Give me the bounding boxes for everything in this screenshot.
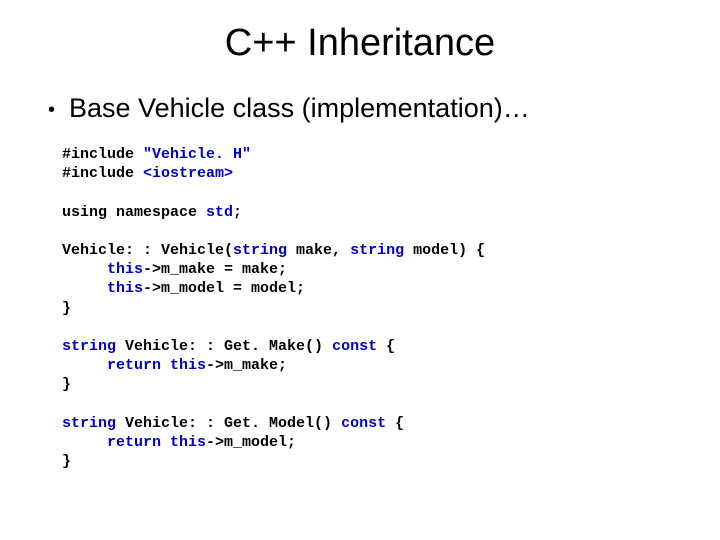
code-keyword: std <box>206 204 233 221</box>
code-keyword: string <box>62 338 116 355</box>
bullet-dot: • <box>48 93 55 127</box>
code-text: ->m_model; <box>206 434 296 451</box>
code-text: ; <box>233 204 242 221</box>
code-text: } <box>62 453 71 470</box>
code-string: "Vehicle. H" <box>143 146 251 163</box>
code-text: ->m_make; <box>206 357 287 374</box>
code-text: } <box>62 376 71 393</box>
code-text <box>62 434 107 451</box>
code-text: using namespace <box>62 204 206 221</box>
bullet-item: • Base Vehicle class (implementation)… <box>48 93 680 127</box>
code-text: { <box>377 338 395 355</box>
slide-title: C++ Inheritance <box>40 22 680 65</box>
code-keyword: const <box>332 338 377 355</box>
code-text: #include <box>62 146 143 163</box>
code-keyword: string <box>350 242 404 259</box>
code-keyword: return this <box>107 434 206 451</box>
code-keyword: this <box>107 280 143 297</box>
code-text: } <box>62 300 71 317</box>
code-text: ->m_model = model; <box>143 280 305 297</box>
code-keyword: string <box>233 242 287 259</box>
code-text: make, <box>287 242 350 259</box>
code-include: <iostream> <box>143 165 233 182</box>
code-text: Vehicle: : Get. Make() <box>116 338 332 355</box>
code-keyword: const <box>341 415 386 432</box>
code-keyword: string <box>62 415 116 432</box>
code-keyword: return this <box>107 357 206 374</box>
code-block: #include "Vehicle. H" #include <iostream… <box>62 145 680 471</box>
code-text: ->m_make = make; <box>143 261 287 278</box>
code-keyword: this <box>107 261 143 278</box>
code-text: { <box>386 415 404 432</box>
code-text: #include <box>62 165 143 182</box>
code-text: Vehicle: : Vehicle( <box>62 242 233 259</box>
code-text: Vehicle: : Get. Model() <box>116 415 341 432</box>
code-text <box>62 261 107 278</box>
code-text <box>62 280 107 297</box>
bullet-text: Base Vehicle class (implementation)… <box>69 93 530 124</box>
code-text <box>62 357 107 374</box>
code-text: model) { <box>404 242 485 259</box>
slide: C++ Inheritance • Base Vehicle class (im… <box>0 0 720 540</box>
